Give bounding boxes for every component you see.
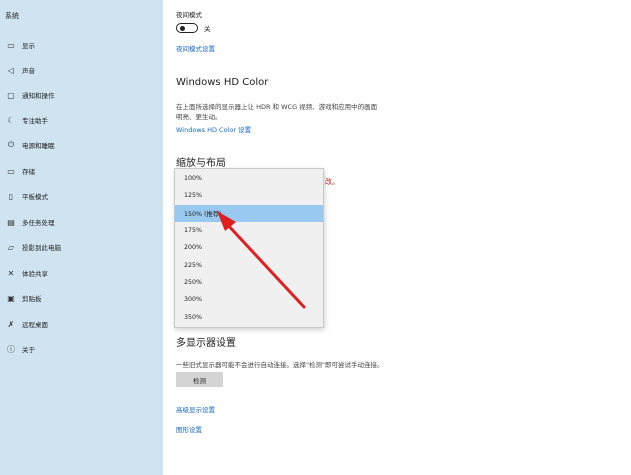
arrow-shaft	[224, 221, 306, 309]
red-arrow-annotation	[217, 211, 306, 309]
arrow-head	[217, 211, 236, 231]
